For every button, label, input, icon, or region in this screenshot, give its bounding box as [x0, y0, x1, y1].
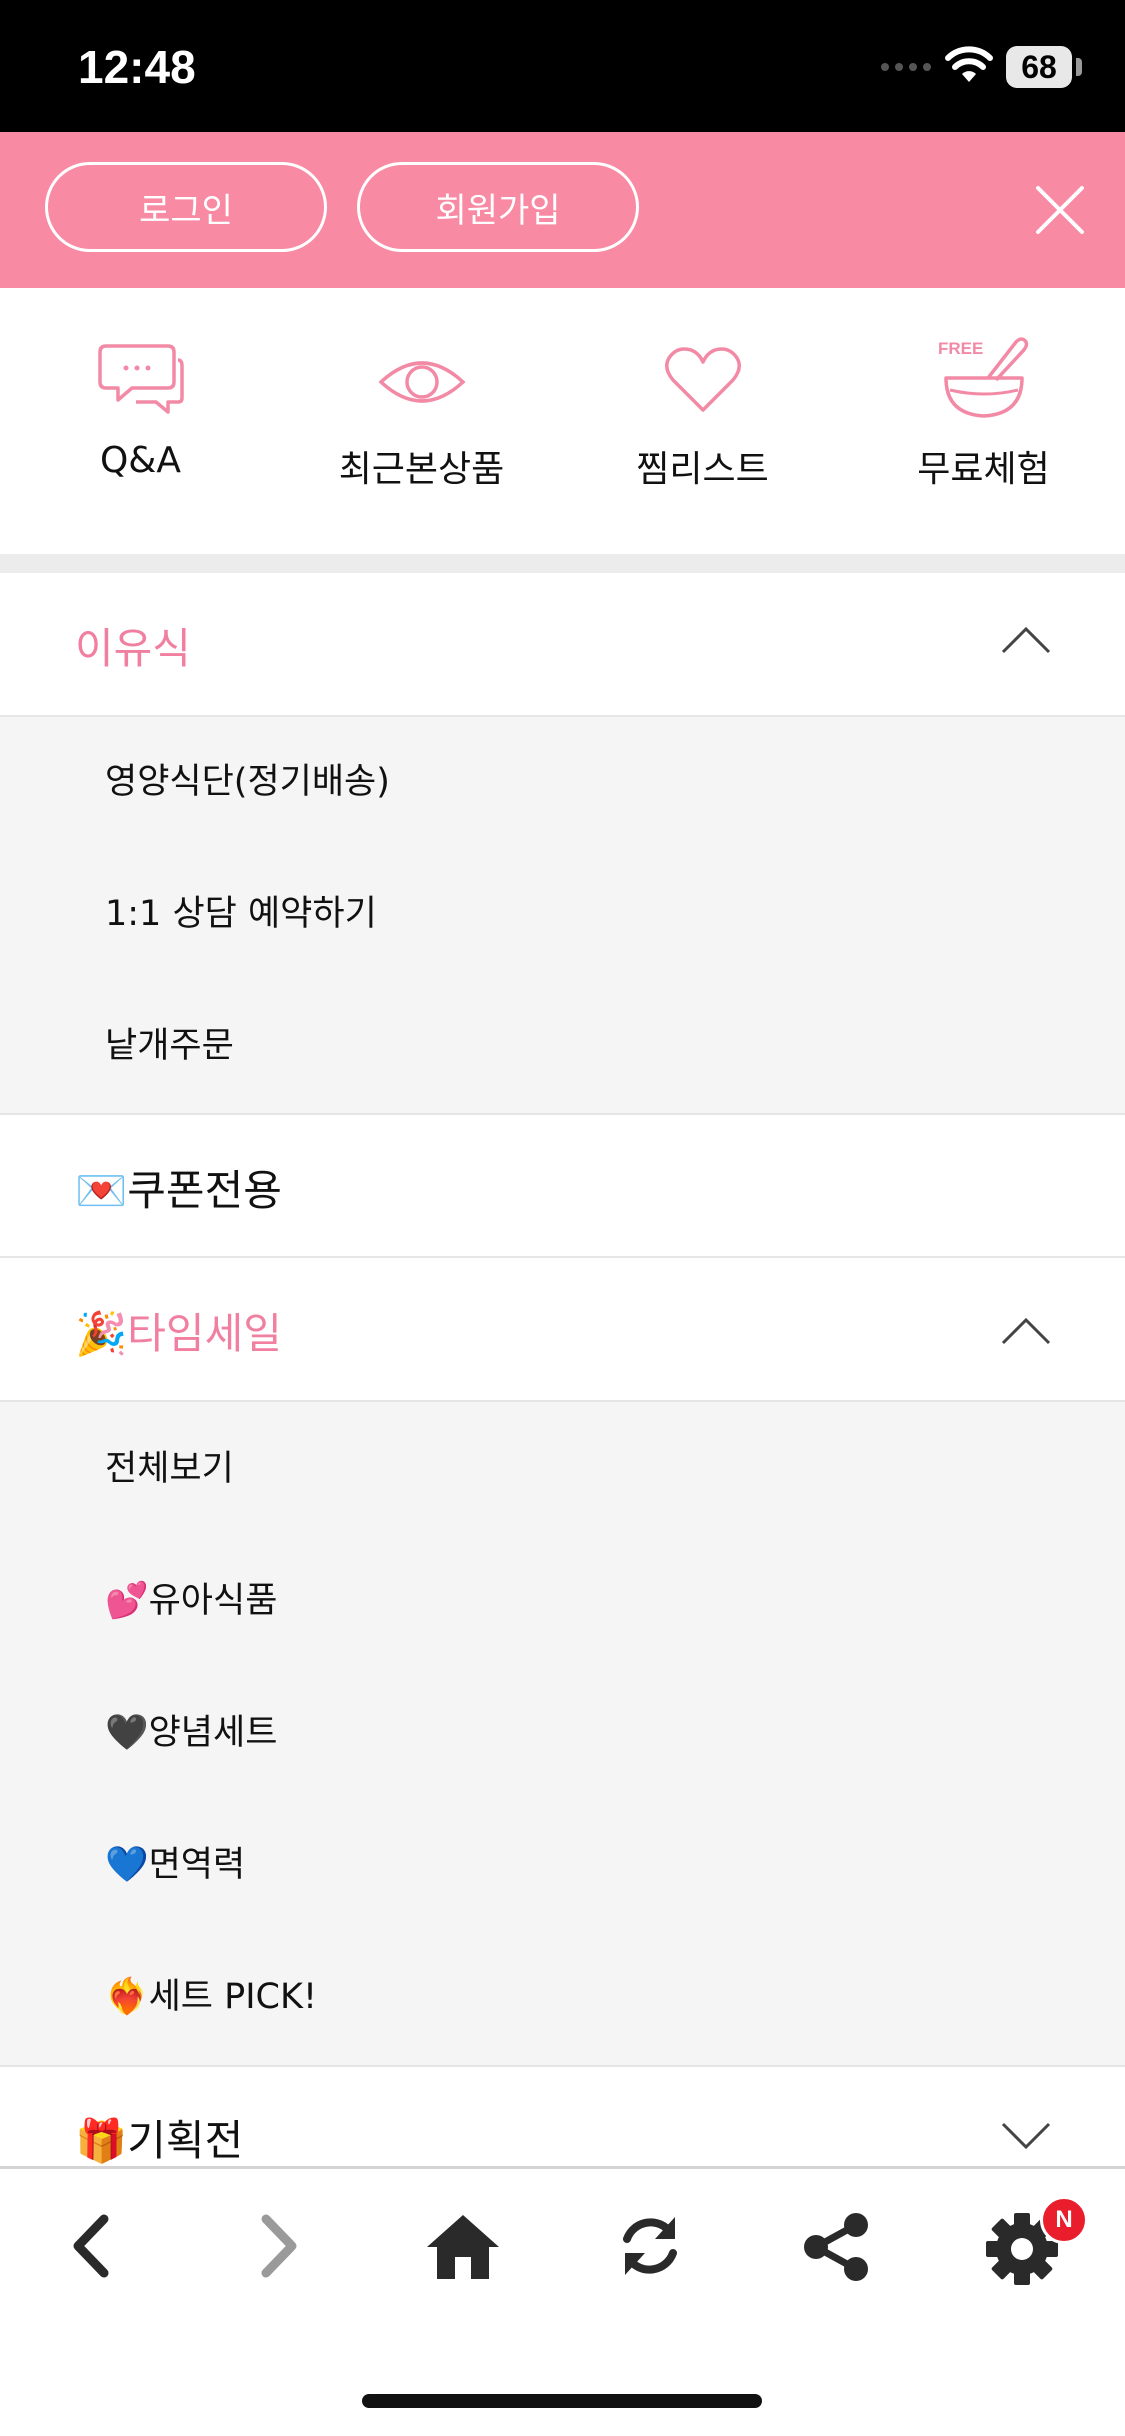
- home-indicator: [362, 2394, 762, 2408]
- quick-link-label: 무료체험: [917, 449, 1050, 490]
- home-icon[interactable]: [425, 2211, 501, 2281]
- wifi-icon: [945, 46, 993, 82]
- submenu-baby-food: 영양식단(정기배송) 1:1 상담 예약하기 낱개주문: [0, 717, 1125, 1115]
- quick-link-wishlist[interactable]: 찜리스트: [562, 288, 843, 554]
- forward-icon[interactable]: [254, 2211, 304, 2281]
- chevron-up-icon[interactable]: [1000, 1316, 1052, 1346]
- menu-category-special[interactable]: 🎁기획전: [0, 2067, 1125, 2177]
- submenu-item[interactable]: 💙면역력: [105, 1836, 245, 1887]
- close-icon[interactable]: [1030, 180, 1090, 240]
- menu-category-label: 💌쿠폰전용: [75, 1157, 282, 1218]
- submenu-time-sale: 전체보기 💕유아식품 🖤양념세트 💙면역력 ❤️‍🔥세트 PICK!: [0, 1402, 1125, 2067]
- love-letter-icon: 💌: [75, 1166, 128, 1215]
- battery-indicator: 68: [1006, 46, 1072, 88]
- heart-icon: [664, 347, 741, 412]
- submenu-item[interactable]: 1:1 상담 예약하기: [105, 885, 377, 936]
- menu-category-text: 타임세일: [127, 1309, 282, 1358]
- chevron-up-icon[interactable]: [1000, 625, 1052, 655]
- heart-on-fire-icon: ❤️‍🔥: [105, 1977, 149, 2017]
- status-bar: 12:48 68: [0, 0, 1125, 132]
- status-time: 12:48: [78, 41, 196, 93]
- share-icon[interactable]: [800, 2211, 872, 2283]
- section-divider: [0, 554, 1125, 573]
- chat-bubbles-icon: [97, 344, 184, 414]
- menu-category-baby-food[interactable]: 이유식: [0, 573, 1125, 717]
- battery-tip: [1076, 58, 1082, 76]
- free-icon-text: FREE: [938, 339, 983, 358]
- black-heart-icon: 🖤: [105, 1713, 149, 1753]
- quick-link-label: 최근본상품: [338, 449, 505, 490]
- submenu-item[interactable]: 영양식단(정기배송): [105, 753, 390, 804]
- blue-heart-icon: 💙: [105, 1845, 149, 1885]
- login-button[interactable]: 로그인: [45, 162, 327, 252]
- menu-header: 로그인 회원가입: [0, 132, 1125, 288]
- quick-link-label: Q&A: [99, 440, 182, 481]
- submenu-item[interactable]: 🖤양념세트: [105, 1704, 277, 1755]
- gift-icon: 🎁: [75, 2116, 128, 2165]
- quick-link-recent[interactable]: 최근본상품: [281, 288, 562, 554]
- submenu-item[interactable]: 낱개주문: [105, 1017, 234, 1068]
- menu-category-text: 쿠폰전용: [127, 1166, 282, 1215]
- back-icon[interactable]: [66, 2211, 116, 2281]
- join-button[interactable]: 회원가입: [357, 162, 639, 252]
- refresh-icon[interactable]: [615, 2211, 685, 2281]
- free-bowl-icon: FREE: [938, 337, 1028, 418]
- submenu-item[interactable]: 💕유아식품: [105, 1572, 277, 1623]
- signal-dots-icon: [881, 63, 931, 71]
- menu-category-text: 기획전: [127, 2116, 244, 2165]
- eye-icon: [377, 361, 466, 403]
- chevron-down-icon[interactable]: [1000, 2121, 1052, 2151]
- menu-category-label: 이유식: [75, 624, 191, 673]
- submenu-item[interactable]: ❤️‍🔥세트 PICK!: [105, 1968, 317, 2019]
- quick-link-label: 찜리스트: [636, 449, 769, 490]
- quick-link-free-trial[interactable]: FREE 무료체험: [843, 288, 1124, 554]
- party-popper-icon: 🎉: [75, 1309, 128, 1358]
- menu-category-coupon[interactable]: 💌쿠폰전용: [0, 1115, 1125, 1258]
- menu-category-label: 🎉타임세일: [75, 1300, 282, 1361]
- menu-category-time-sale[interactable]: 🎉타임세일: [0, 1258, 1125, 1402]
- quick-links: Q&A 최근본상품 찜리스트 FREE 무료체험: [0, 288, 1125, 554]
- quick-link-qna[interactable]: Q&A: [0, 288, 281, 554]
- two-hearts-icon: 💕: [105, 1581, 149, 1621]
- notification-badge: N: [1040, 2196, 1088, 2244]
- submenu-item[interactable]: 전체보기: [105, 1440, 234, 1491]
- menu-category-label: 🎁기획전: [75, 2107, 243, 2168]
